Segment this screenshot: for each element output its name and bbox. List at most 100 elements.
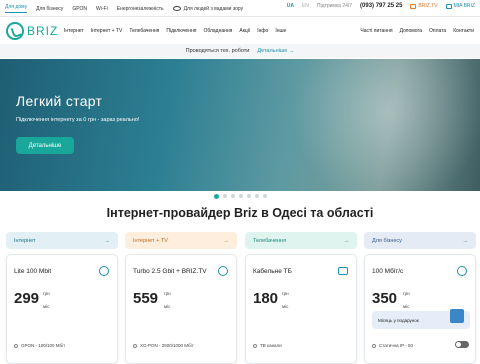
plan-feature: XG-PON - 2500/1000 Мбіт xyxy=(133,343,194,348)
carousel-dot[interactable] xyxy=(222,194,227,198)
static-ip-toggle[interactable] xyxy=(455,341,469,348)
plan-feature-text: Статична IP - 50 xyxy=(379,343,413,348)
plan-card[interactable]: Кабельне ТБ 180 грн міс ТВ канали xyxy=(245,254,357,364)
plan-feature: ТВ канали xyxy=(253,343,282,348)
plan-feature-text: GPON - 100/100 Мбіт xyxy=(21,343,66,348)
accessibility-label: Для людей з вадами зору xyxy=(183,5,244,12)
bullet-icon xyxy=(14,343,18,348)
top-utility-bar: Для дому Для бізнесу GPON Wi-Fi Енергоне… xyxy=(0,0,480,17)
nav-internet-tv[interactable]: Інтернет + TV xyxy=(91,28,123,34)
plan-column-internet: Інтернет → Lite 100 Mbit 299 грн міс GPO… xyxy=(6,232,118,364)
plan-price: 559 xyxy=(133,290,159,307)
carousel-dots xyxy=(0,192,480,200)
hero-details-button[interactable]: Детальніше xyxy=(16,137,74,154)
arrow-right-icon: → xyxy=(104,237,111,244)
user-icon xyxy=(445,3,452,9)
plan-currency: грн xyxy=(282,291,289,296)
plan-feature: GPON - 100/100 Мбіт xyxy=(14,343,65,348)
category-tab-internet-tv[interactable]: Інтернет + TV → xyxy=(125,232,237,249)
nav-info[interactable]: Інфо xyxy=(257,28,268,34)
link-gpon[interactable]: GPON xyxy=(72,6,87,12)
section-title: Інтернет-провайдер Briz в Одесі та облас… xyxy=(106,206,374,220)
plan-card[interactable]: Lite 100 Mbit 299 грн міс GPON - 100/100… xyxy=(6,254,118,364)
briz-tv-label: BRIZ.TV xyxy=(418,3,438,9)
lang-en[interactable]: EN xyxy=(302,3,309,9)
link-wifi[interactable]: Wi-Fi xyxy=(96,6,108,12)
mia-briz-link[interactable]: MIA BRIZ xyxy=(445,3,475,9)
globe-icon xyxy=(457,266,467,276)
nav-connection[interactable]: Підключення xyxy=(166,28,196,34)
nav-help[interactable]: Допомога xyxy=(400,28,422,34)
link-business[interactable]: Для бізнесу xyxy=(36,6,63,12)
plan-currency: грн xyxy=(43,291,50,296)
bullet-icon xyxy=(253,343,257,348)
arrow-right-icon: → xyxy=(223,237,230,244)
notice-text: Проводяться тех. роботи xyxy=(185,48,250,54)
category-tab-business[interactable]: Для бізнесу → xyxy=(364,232,476,249)
nav-contacts[interactable]: Контакти xyxy=(453,28,474,34)
plan-card[interactable]: 100 Мбіт/с 350 грн міс Місяць у подаруно… xyxy=(364,254,476,364)
plan-period: міс xyxy=(282,304,289,309)
plan-name: Кабельне ТБ xyxy=(253,268,292,275)
logo-text: BRIZ xyxy=(27,24,59,38)
category-label: Інтернет + TV xyxy=(133,237,168,244)
tv-icon xyxy=(410,3,417,9)
plan-feature-text: ТВ канали xyxy=(260,343,282,348)
gift-text: Місяць у подарунок xyxy=(378,317,419,323)
link-energy[interactable]: Енергонезалежність xyxy=(117,6,164,12)
arrow-right-icon: → xyxy=(343,237,350,244)
plan-feature-text: XG-PON - 2500/1000 Мбіт xyxy=(140,343,194,348)
eye-icon xyxy=(172,6,181,11)
accessibility-link[interactable]: Для людей з вадами зору xyxy=(172,5,244,12)
plan-column-internet-tv: Інтернет + TV → Turbo 2.5 Gbit + BRIZ.TV… xyxy=(125,232,237,364)
briz-tv-link[interactable]: BRIZ.TV xyxy=(410,3,438,9)
plan-name: Lite 100 Mbit xyxy=(14,268,52,275)
hero-title: Легкий старт xyxy=(16,93,103,109)
nav-payment[interactable]: Оплата xyxy=(429,28,446,34)
arrow-right-icon: → xyxy=(462,237,469,244)
carousel-dot[interactable] xyxy=(254,194,259,198)
hero-illustration xyxy=(250,59,480,191)
briz-logo[interactable]: BRIZ xyxy=(6,22,58,40)
category-label: Телебачення xyxy=(253,237,287,244)
nav-tv[interactable]: Телебачення xyxy=(129,28,159,34)
plan-card[interactable]: Turbo 2.5 Gbit + BRIZ.TV 559 грн міс XG-… xyxy=(125,254,237,364)
lang-ua[interactable]: UA xyxy=(287,3,294,9)
plan-price: 350 xyxy=(372,290,398,307)
plan-price: 299 xyxy=(14,290,40,307)
carousel-dot[interactable] xyxy=(262,194,267,198)
plan-period: міс xyxy=(164,304,171,309)
phone-number[interactable]: (093) 797 25 25 xyxy=(360,3,402,9)
carousel-dot[interactable] xyxy=(230,194,235,198)
carousel-dot[interactable] xyxy=(213,193,219,199)
maintenance-notice: Проводяться тех. роботи Детальніше → xyxy=(0,44,480,58)
nav-promos[interactable]: Акції xyxy=(239,28,250,34)
nav-internet[interactable]: Інтернет xyxy=(64,28,84,34)
carousel-dot[interactable] xyxy=(238,194,243,198)
hero-subtitle: Підключення інтернету за 0 грн - зараз р… xyxy=(16,117,140,123)
plan-currency: грн xyxy=(403,291,410,296)
nav-faq[interactable]: Часті питання xyxy=(360,28,392,34)
plans-section: Інтернет → Lite 100 Mbit 299 грн міс GPO… xyxy=(6,232,476,364)
plan-currency: грн xyxy=(164,291,171,296)
category-label: Інтернет xyxy=(14,237,36,244)
category-tab-tv[interactable]: Телебачення → xyxy=(245,232,357,249)
plan-name: 100 Мбіт/с xyxy=(372,268,404,275)
category-tab-internet[interactable]: Інтернет → xyxy=(6,232,118,249)
plan-column-business: Для бізнесу → 100 Мбіт/с 350 грн міс Міс… xyxy=(364,232,476,364)
hero-banner: Легкий старт Підключення інтернету за 0 … xyxy=(0,59,480,191)
nav-other[interactable]: Інше xyxy=(275,28,286,34)
mia-briz-label: MIA BRIZ xyxy=(453,3,475,9)
plan-period: міс xyxy=(403,304,410,309)
carousel-dot[interactable] xyxy=(246,194,251,198)
tv-icon xyxy=(338,267,348,275)
notice-details-link[interactable]: Детальніше → xyxy=(257,48,294,54)
link-home[interactable]: Для дому xyxy=(5,4,28,13)
plan-column-tv: Телебачення → Кабельне ТБ 180 грн міс ТВ… xyxy=(245,232,357,364)
support-label: Підтримка 24/7 xyxy=(316,3,353,9)
gift-badge: Місяць у подарунок xyxy=(372,309,470,329)
nav-equipment[interactable]: Обладнання xyxy=(203,28,232,34)
plan-price: 180 xyxy=(253,290,279,307)
logo-icon xyxy=(6,22,24,40)
globe-icon xyxy=(218,266,228,276)
